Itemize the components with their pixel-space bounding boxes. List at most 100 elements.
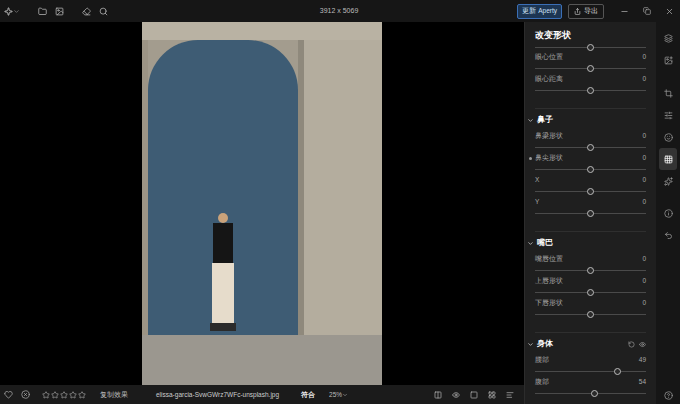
slider[interactable]: 鼻梁形状0 (535, 131, 646, 153)
fit-button[interactable]: 符合 (301, 390, 315, 400)
adjust-icon[interactable] (664, 111, 673, 120)
slider-track[interactable] (535, 142, 646, 153)
preview-icon[interactable] (452, 391, 460, 399)
slider-value: 0 (642, 278, 646, 285)
expand-icon[interactable] (527, 117, 534, 124)
slider-knob[interactable] (587, 144, 594, 151)
tool-button[interactable] (659, 148, 677, 170)
slider[interactable]: 眼心距离0 (535, 74, 646, 96)
slider-track[interactable] (535, 287, 646, 298)
star-icon[interactable] (78, 391, 86, 399)
slider-value: 0 (642, 133, 646, 140)
shape-icon[interactable] (664, 155, 673, 164)
slider[interactable]: 下唇形状0 (535, 298, 646, 320)
tool-button[interactable] (659, 224, 677, 246)
image-icon[interactable] (55, 7, 64, 16)
update-button[interactable]: 更新 Aperty (517, 4, 562, 19)
chevron-down-icon[interactable] (13, 8, 20, 15)
slider[interactable] (535, 42, 646, 52)
canvas-icon[interactable] (664, 56, 673, 65)
slider-knob[interactable] (587, 44, 594, 51)
tool-button[interactable] (659, 170, 677, 192)
slider[interactable]: Y0 (535, 197, 646, 219)
reject-icon[interactable] (21, 390, 30, 399)
help-icon[interactable] (664, 391, 673, 400)
expand-icon[interactable] (527, 341, 534, 348)
section-header[interactable]: 鼻子 (535, 109, 646, 131)
zoom-icon[interactable] (99, 7, 108, 16)
crop-icon[interactable] (664, 89, 673, 98)
tool-sidebar (656, 22, 680, 404)
slider-knob[interactable] (587, 188, 594, 195)
face-icon[interactable] (664, 133, 673, 142)
history-icon[interactable] (664, 231, 673, 240)
slider-knob[interactable] (587, 210, 594, 217)
slider-knob[interactable] (587, 166, 594, 173)
star-icon[interactable] (60, 391, 68, 399)
tool-button[interactable] (659, 126, 677, 148)
slider-knob[interactable] (587, 87, 594, 94)
slider-knob[interactable] (614, 368, 621, 375)
favorite-icon[interactable] (4, 390, 13, 399)
tool-button[interactable] (659, 27, 677, 49)
minimize-icon[interactable] (620, 7, 629, 16)
zoom-select[interactable]: 25% (329, 390, 348, 400)
compare-icon[interactable] (434, 391, 442, 399)
slider[interactable]: X0 (535, 175, 646, 197)
copy-button[interactable]: 复制效果 (100, 390, 128, 400)
tool-button[interactable] (659, 82, 677, 104)
star-icon[interactable] (42, 391, 50, 399)
star-icon[interactable] (51, 391, 59, 399)
panel-section: 嘴巴嘴唇位置0上唇形状0下唇形状0 (535, 231, 646, 320)
layers-icon[interactable] (664, 34, 673, 43)
slider-knob[interactable] (591, 390, 598, 397)
export-icon[interactable] (574, 8, 581, 15)
close-icon[interactable] (665, 7, 674, 16)
slider-knob[interactable] (587, 311, 594, 318)
expand-icon[interactable] (527, 240, 534, 247)
folder-icon[interactable] (38, 7, 47, 16)
reset-icon[interactable] (628, 341, 635, 348)
section-header[interactable]: 嘴巴 (535, 232, 646, 254)
slider-track[interactable] (535, 309, 646, 320)
info-icon[interactable] (664, 209, 673, 218)
slider-track[interactable] (535, 265, 646, 276)
slider-track[interactable] (535, 85, 646, 96)
slider-knob[interactable] (587, 267, 594, 274)
slider[interactable]: 鼻尖形状0 (535, 153, 646, 175)
slider[interactable]: 嘴唇位置0 (535, 254, 646, 276)
slider[interactable]: 腰部49 (535, 355, 646, 377)
eraser-icon[interactable] (82, 7, 91, 16)
grid-view-icon[interactable] (488, 391, 496, 399)
logo-icon[interactable] (4, 7, 13, 16)
tool-button[interactable] (659, 202, 677, 224)
slider-label: Y (535, 199, 539, 206)
slider-knob[interactable] (587, 289, 594, 296)
star-icon[interactable] (69, 391, 77, 399)
tool-button[interactable] (659, 104, 677, 126)
slider-track[interactable] (535, 366, 646, 377)
ai-icon[interactable] (664, 177, 673, 186)
list-icon[interactable] (506, 391, 514, 399)
slider-label: 下唇形状 (535, 300, 563, 307)
star-rating[interactable] (42, 391, 86, 399)
panel-section: 身体腰部49腹部54 (535, 332, 646, 399)
restore-icon[interactable] (643, 7, 651, 15)
visibility-icon[interactable] (639, 341, 646, 348)
export-button[interactable]: 导出 (568, 4, 604, 19)
slider-track[interactable] (535, 186, 646, 197)
slider-knob[interactable] (587, 65, 594, 72)
slider-track[interactable] (535, 63, 646, 74)
slider[interactable]: 上唇形状0 (535, 276, 646, 298)
slider[interactable]: 眼心位置0 (535, 52, 646, 74)
chevron-down-icon[interactable] (342, 392, 348, 398)
section-header[interactable]: 身体 (535, 333, 646, 355)
slider-track[interactable] (535, 164, 646, 175)
tool-button[interactable] (659, 49, 677, 71)
menu-button[interactable] (4, 7, 20, 16)
slider-track[interactable] (535, 388, 646, 399)
slider-track[interactable] (535, 42, 646, 53)
slider[interactable]: 腹部54 (535, 377, 646, 399)
single-view-icon[interactable] (470, 391, 478, 399)
slider-track[interactable] (535, 208, 646, 219)
